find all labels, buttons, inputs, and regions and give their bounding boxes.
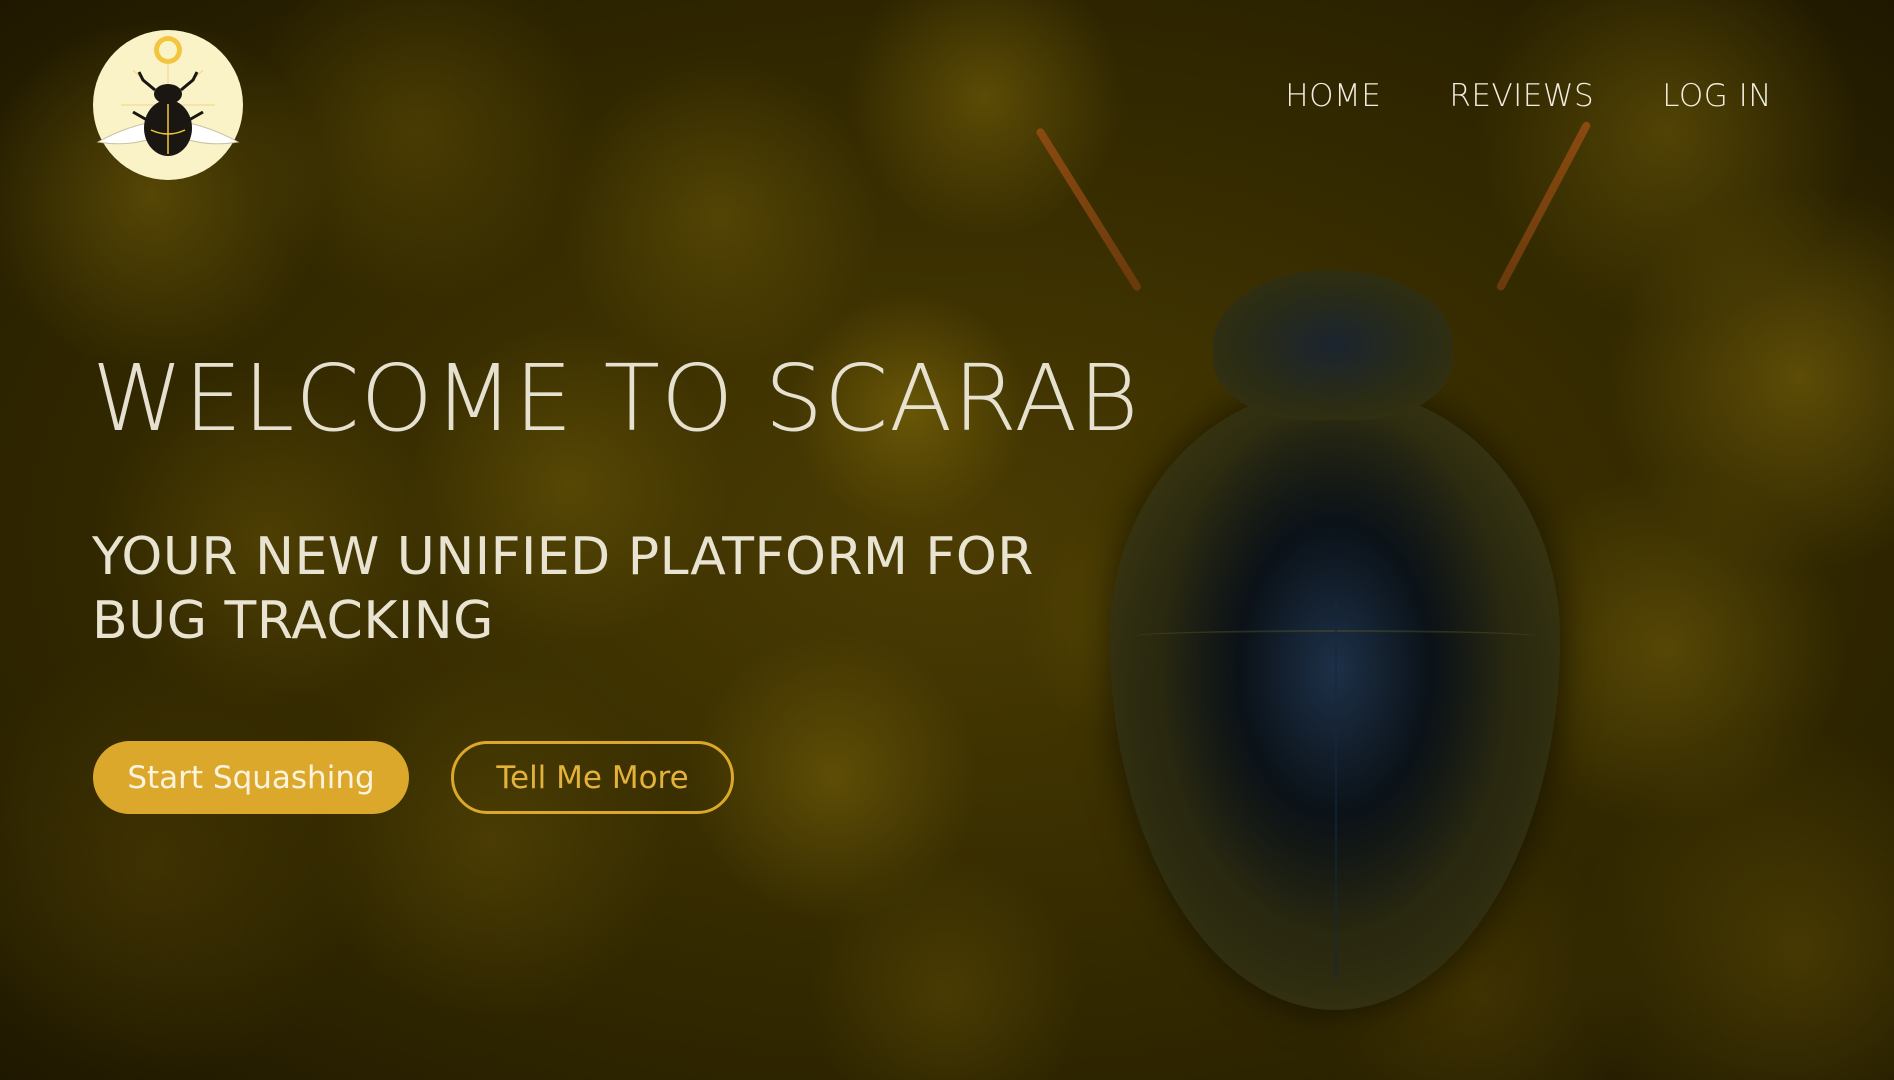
nav-home-link[interactable]: HOME: [1285, 78, 1381, 114]
scarab-logo-graphic: [96, 36, 240, 156]
beetle-head: [1213, 270, 1453, 420]
top-nav: HOME REVIEWS LOG IN: [1285, 78, 1772, 114]
start-squashing-button[interactable]: Start Squashing: [93, 741, 409, 814]
scarab-logo-icon[interactable]: [93, 30, 243, 180]
nav-login-link[interactable]: LOG IN: [1662, 78, 1772, 114]
beetle-photo: [1034, 120, 1592, 1030]
landing-page: HOME REVIEWS LOG IN WELCOME TO SCARAB YO…: [0, 0, 1894, 1080]
tell-me-more-button[interactable]: Tell Me More: [451, 741, 734, 814]
nav-reviews-link[interactable]: REVIEWS: [1449, 78, 1594, 114]
beetle-seam: [1335, 600, 1337, 980]
hero-title: WELCOME TO SCARAB: [92, 345, 1140, 452]
hero-subtitle: YOUR NEW UNIFIED PLATFORM FOR BUG TRACKI…: [92, 527, 1034, 651]
